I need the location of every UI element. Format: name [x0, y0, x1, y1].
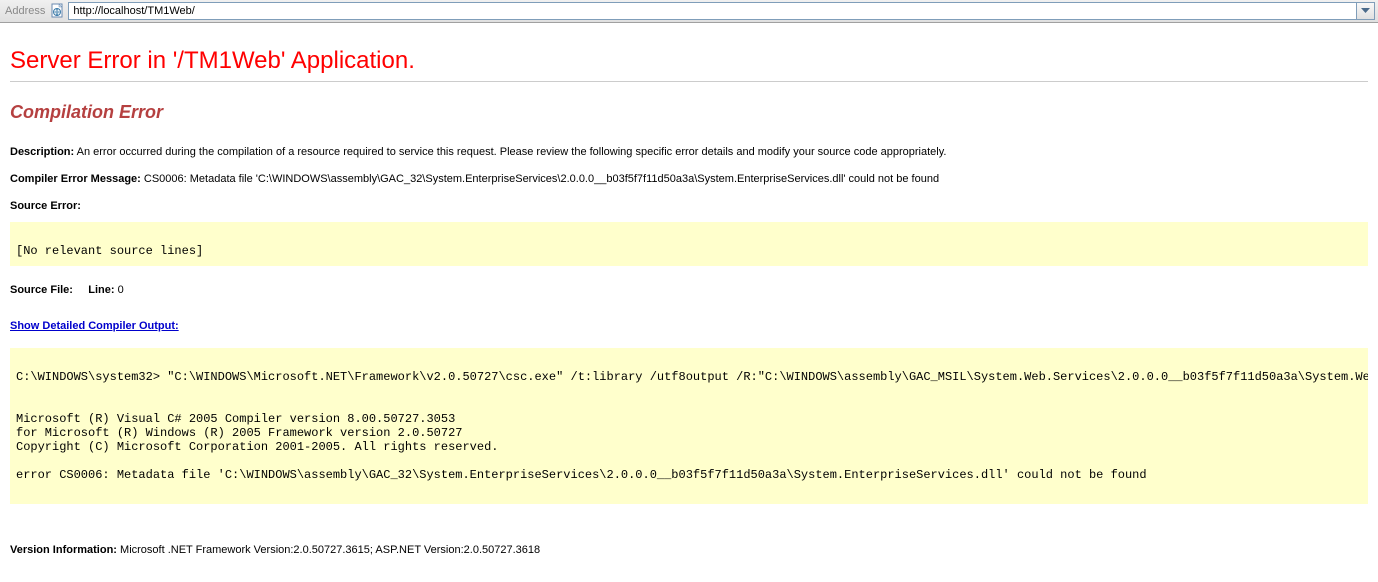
url-input[interactable]	[68, 2, 1357, 20]
compiler-msg-text: CS0006: Metadata file 'C:\WINDOWS\assemb…	[144, 173, 939, 185]
source-file-line: Source File: Line: 0	[10, 284, 1368, 296]
address-bar: Address	[0, 0, 1378, 23]
description-line: Description: An error occurred during th…	[10, 145, 1368, 160]
source-error-label: Source Error:	[10, 200, 1368, 212]
description-label: Description:	[10, 146, 74, 158]
line-label: Line:	[88, 284, 114, 296]
address-label: Address	[3, 5, 45, 17]
show-detailed-output-link[interactable]: Show Detailed Compiler Output:	[10, 320, 179, 332]
url-dropdown-button[interactable]	[1357, 2, 1375, 20]
title-divider	[10, 81, 1368, 82]
compiler-msg-line: Compiler Error Message: CS0006: Metadata…	[10, 172, 1368, 187]
source-error-block: [No relevant source lines]	[10, 222, 1368, 266]
version-label: Version Information:	[10, 544, 117, 556]
page-icon	[50, 3, 66, 19]
compiler-msg-label: Compiler Error Message:	[10, 173, 141, 185]
page-title: Server Error in '/TM1Web' Application.	[10, 47, 1368, 75]
source-file-label: Source File:	[10, 284, 73, 296]
line-value: 0	[118, 284, 124, 296]
version-text: Microsoft .NET Framework Version:2.0.507…	[120, 544, 540, 556]
error-page-content: Server Error in '/TM1Web' Application. C…	[0, 23, 1378, 576]
detailed-output-block: C:\WINDOWS\system32> "C:\WINDOWS\Microso…	[10, 348, 1368, 504]
error-subtitle: Compilation Error	[10, 102, 1368, 123]
version-info: Version Information: Microsoft .NET Fram…	[10, 544, 1368, 556]
description-text: An error occurred during the compilation…	[77, 146, 947, 158]
